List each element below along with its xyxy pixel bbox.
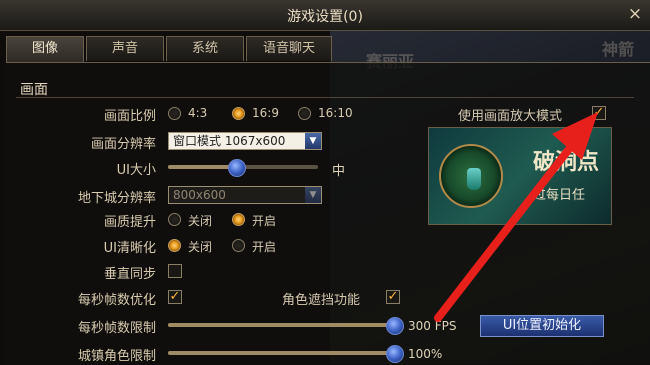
section-divider	[16, 97, 634, 98]
potion-icon	[439, 144, 503, 208]
window-title: 游戏设置(0)	[287, 9, 363, 25]
aspect-4-3-radio[interactable]	[168, 107, 181, 120]
town-char-limit-slider-fill	[168, 351, 394, 355]
aspect-16-9-label: 16:9	[252, 106, 279, 120]
town-char-limit-slider-knob[interactable]	[386, 345, 404, 363]
quality-up-on-label: 开启	[252, 214, 277, 228]
quality-up-off-radio[interactable]	[168, 213, 181, 226]
aspect-16-9-radio[interactable]	[232, 107, 245, 120]
settings-panel: 画面 画面比例 4:3 16:9 16:10 使用画面放大模式 ✓ 画面分辨率 …	[6, 62, 650, 365]
fps-limit-slider-track[interactable]	[168, 323, 394, 327]
char-occlusion-checkbox[interactable]: ✓	[386, 290, 400, 304]
magnify-mode-checkbox[interactable]: ✓	[592, 106, 606, 120]
chevron-down-icon: ▼	[305, 133, 321, 149]
ui-sharpen-label: UI清晰化	[103, 241, 156, 256]
fps-limit-label: 每秒帧数限制	[77, 321, 156, 336]
fps-limit-slider-knob[interactable]	[386, 317, 404, 335]
fps-optimization-checkbox[interactable]: ✓	[168, 290, 182, 304]
close-button[interactable]: ×	[626, 4, 644, 24]
dungeon-resolution-select[interactable]: 800x600 ▼	[168, 186, 322, 204]
preview-image: 破洞点 过每日任	[428, 127, 612, 225]
aspect-4-3-label: 4:3	[188, 106, 208, 120]
resolution-label: 画面分辨率	[90, 137, 156, 152]
ui-size-level: 中	[332, 164, 346, 179]
tab-system[interactable]: 系统	[166, 36, 244, 61]
aspect-ratio-label: 画面比例	[103, 109, 156, 124]
tab-sound[interactable]: 声音	[86, 36, 164, 61]
ui-sharpen-off-label: 关闭	[188, 240, 213, 254]
vsync-checkbox[interactable]	[168, 264, 182, 278]
tab-graphics[interactable]: 图像	[6, 36, 84, 63]
resolution-select[interactable]: 窗口模式 1067x600 ▼	[168, 132, 322, 150]
char-occlusion-label: 角色遮挡功能	[282, 293, 361, 308]
reset-ui-position-button[interactable]: UI位置初始化	[480, 315, 604, 337]
title-bar: 游戏设置(0) ×	[0, 0, 650, 31]
ui-sharpen-off-radio[interactable]	[168, 239, 181, 252]
fps-optimization-label: 每秒帧数优化	[77, 293, 156, 308]
game-settings-window: 游戏设置(0) × 图像 声音 系统 语音聊天 画面 画面比例 4:3 16:9…	[0, 0, 650, 365]
quality-up-on-radio[interactable]	[232, 213, 245, 226]
vsync-label: 垂直同步	[103, 267, 156, 282]
ui-size-slider-fill	[168, 165, 236, 169]
dungeon-resolution-label: 地下城分辨率	[77, 191, 156, 206]
ui-sharpen-on-radio[interactable]	[232, 239, 245, 252]
ui-sharpen-on-label: 开启	[252, 240, 277, 254]
magnify-mode-label: 使用画面放大模式	[458, 109, 563, 124]
preview-subtitle: 过每日任	[533, 188, 586, 203]
aspect-16-10-label: 16:10	[318, 106, 353, 120]
town-char-limit-label: 城镇角色限制	[77, 349, 156, 364]
preview-title: 破洞点	[533, 150, 600, 175]
quality-up-off-label: 关闭	[188, 214, 213, 228]
quality-up-label: 画质提升	[103, 215, 156, 230]
section-title: 画面	[20, 82, 48, 98]
ui-size-label: UI大小	[116, 163, 156, 178]
fps-limit-value: 300 FPS	[408, 319, 457, 333]
fps-limit-slider-fill	[168, 323, 394, 327]
town-char-limit-value: 100%	[408, 347, 443, 361]
chevron-down-icon: ▼	[305, 187, 321, 203]
dungeon-resolution-value: 800x600	[173, 188, 226, 202]
aspect-16-10-radio[interactable]	[298, 107, 311, 120]
resolution-value: 窗口模式 1067x600	[173, 134, 286, 148]
town-char-limit-slider-track[interactable]	[168, 351, 394, 355]
tab-voice-chat[interactable]: 语音聊天	[246, 36, 332, 61]
ui-size-slider-knob[interactable]	[228, 159, 246, 177]
